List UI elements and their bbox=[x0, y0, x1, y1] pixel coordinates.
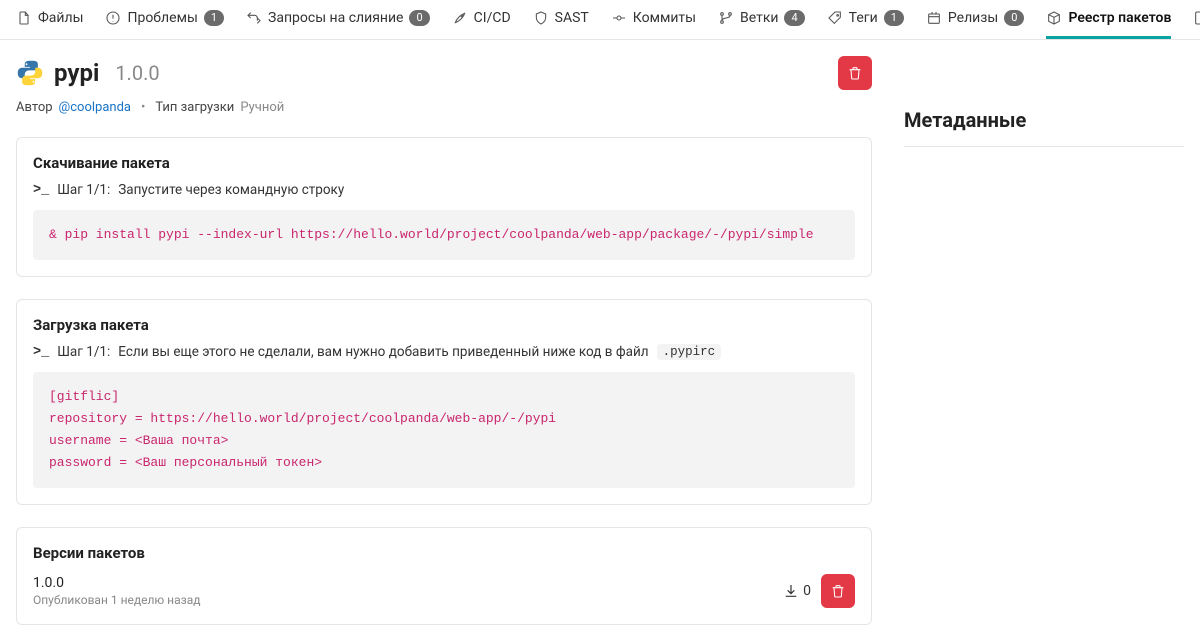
tab-commits[interactable]: Коммиты bbox=[611, 10, 696, 39]
tab-packages[interactable]: Реестр пакетов bbox=[1046, 10, 1171, 39]
tab-label: Коммиты bbox=[633, 10, 696, 26]
tab-sast[interactable]: SAST bbox=[533, 10, 589, 39]
card-title: Версии пакетов bbox=[33, 544, 855, 562]
package-icon bbox=[1046, 10, 1062, 26]
tab-issues[interactable]: Проблемы 1 bbox=[105, 10, 224, 39]
tab-label: Запросы на слияние bbox=[268, 10, 403, 26]
count-badge: 0 bbox=[1004, 10, 1024, 26]
separator-dot: • bbox=[137, 100, 149, 115]
version-row: 1.0.0 Опубликован 1 неделю назад 0 bbox=[33, 574, 855, 608]
card-title: Скачивание пакета bbox=[33, 154, 855, 172]
tab-releases[interactable]: Релизы 0 bbox=[926, 10, 1025, 39]
download-count: 0 bbox=[783, 583, 811, 599]
version-number[interactable]: 1.0.0 bbox=[33, 575, 200, 591]
author-link[interactable]: @coolpanda bbox=[59, 100, 131, 115]
shield-icon bbox=[533, 10, 549, 26]
download-card: Скачивание пакета >_ Шаг 1/1: Запустите … bbox=[16, 137, 872, 277]
download-count-value: 0 bbox=[803, 583, 811, 599]
tab-label: Релизы bbox=[948, 10, 998, 26]
branch-icon bbox=[718, 10, 734, 26]
version-published: Опубликован 1 неделю назад bbox=[33, 593, 200, 607]
count-badge: 4 bbox=[784, 10, 804, 26]
step-text: Если вы еще этого не сделали, вам нужно … bbox=[118, 344, 648, 360]
metadata-title: Метаданные bbox=[904, 108, 1184, 132]
tab-label: Ветки bbox=[740, 10, 778, 26]
tab-branches[interactable]: Ветки 4 bbox=[718, 10, 805, 39]
delete-package-button[interactable] bbox=[838, 56, 872, 90]
author-label: Автор bbox=[16, 100, 53, 115]
rocket-icon bbox=[452, 10, 468, 26]
step-text: Запустите через командную строку bbox=[118, 182, 344, 198]
package-meta: Автор @coolpanda • Тип загрузки Ручной bbox=[16, 100, 872, 115]
tab-label: CI/CD bbox=[474, 10, 511, 26]
count-badge: 1 bbox=[884, 10, 904, 26]
tab-label: SAST bbox=[555, 10, 589, 26]
tab-label: Теги bbox=[849, 10, 878, 26]
python-icon bbox=[16, 59, 44, 87]
tab-cicd[interactable]: CI/CD bbox=[452, 10, 511, 39]
commit-icon bbox=[611, 10, 627, 26]
tab-label: Реестр пакетов bbox=[1068, 10, 1171, 26]
versions-card: Версии пакетов 1.0.0 Опубликован 1 недел… bbox=[16, 527, 872, 625]
step-prefix: Шаг 1/1: bbox=[57, 182, 110, 198]
book-icon bbox=[1193, 10, 1200, 26]
tab-label: Файлы bbox=[38, 10, 83, 26]
count-badge: 1 bbox=[204, 10, 224, 26]
metadata-sidebar: Метаданные bbox=[904, 56, 1184, 147]
tab-files[interactable]: Файлы bbox=[16, 10, 83, 39]
tag-icon bbox=[827, 10, 843, 26]
upload-type-value: Ручной bbox=[240, 100, 284, 115]
divider bbox=[904, 146, 1184, 147]
delete-version-button[interactable] bbox=[821, 574, 855, 608]
upload-code[interactable]: [gitflic] repository = https://hello.wor… bbox=[33, 372, 855, 488]
package-name: pypi bbox=[54, 59, 99, 87]
tab-merge-requests[interactable]: Запросы на слияние 0 bbox=[246, 10, 430, 39]
card-title: Загрузка пакета bbox=[33, 316, 855, 334]
package-version: 1.0.0 bbox=[115, 61, 159, 85]
terminal-icon: >_ bbox=[33, 183, 49, 198]
download-code[interactable]: & pip install pypi --index-url https://h… bbox=[33, 210, 855, 260]
alert-icon bbox=[105, 10, 121, 26]
upload-type-label: Тип загрузки bbox=[155, 100, 234, 115]
tab-tags[interactable]: Теги 1 bbox=[827, 10, 904, 39]
step-prefix: Шаг 1/1: bbox=[57, 344, 110, 360]
upload-card: Загрузка пакета >_ Шаг 1/1: Если вы еще … bbox=[16, 299, 872, 505]
tab-wiki[interactable]: Вики bbox=[1193, 10, 1200, 39]
terminal-icon: >_ bbox=[33, 345, 49, 360]
tab-label: Проблемы bbox=[127, 10, 197, 26]
pypirc-filename: .pypirc bbox=[657, 344, 722, 360]
package-header: pypi 1.0.0 bbox=[16, 56, 872, 90]
file-icon bbox=[16, 10, 32, 26]
release-icon bbox=[926, 10, 942, 26]
repo-tabs: Файлы Проблемы 1 Запросы на слияние 0 CI… bbox=[0, 0, 1200, 40]
count-badge: 0 bbox=[409, 10, 429, 26]
merge-icon bbox=[246, 10, 262, 26]
